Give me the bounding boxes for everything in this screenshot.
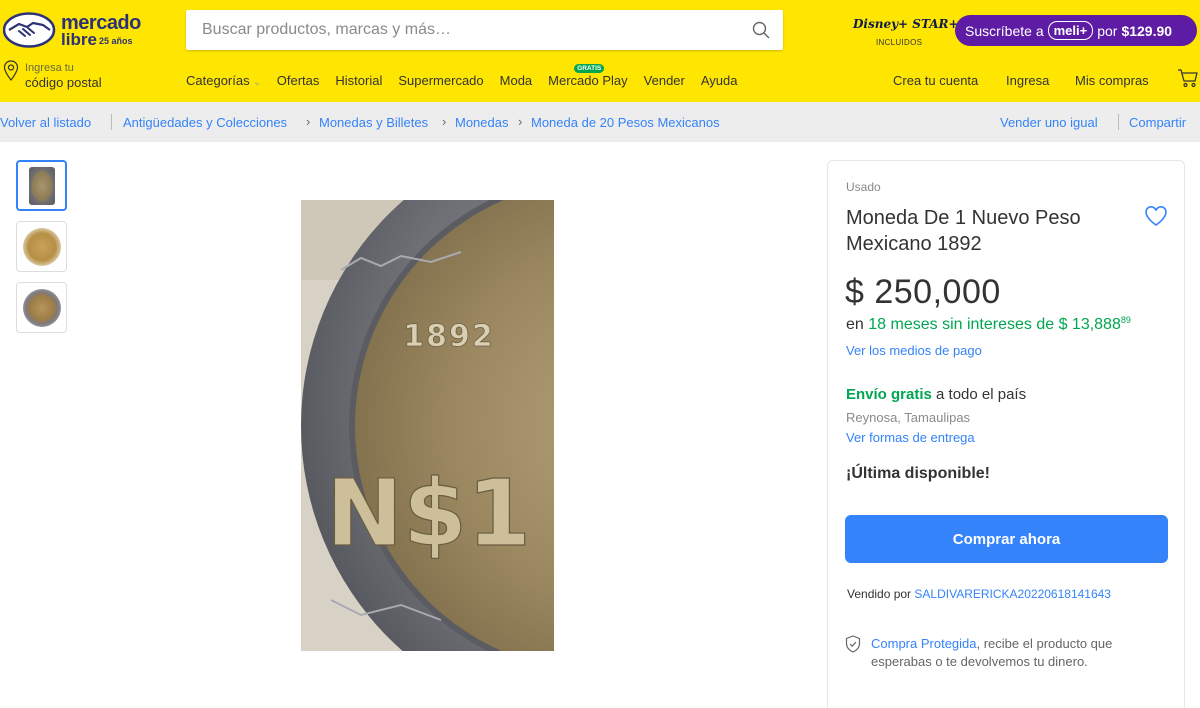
breadcrumb: Volver al listado Antigüedades y Colecci… — [0, 102, 1200, 142]
meli-plus-subscribe-button[interactable]: Suscríbete a meli+ por $129.90 — [955, 15, 1197, 46]
logo-anniversary: 25 años — [99, 36, 133, 46]
search-bar — [186, 10, 783, 50]
nav-ofertas[interactable]: Ofertas — [277, 73, 320, 88]
delivery-options-link[interactable]: Ver formas de entrega — [846, 430, 975, 445]
disney-star-promo[interactable]: Disney+ STAR+ INCLUIDOS — [853, 17, 959, 51]
nav-mercado-play[interactable]: GRATIS Mercado Play — [548, 64, 628, 88]
search-icon — [752, 21, 770, 39]
product-main-image[interactable]: 1892 N$1 — [301, 200, 554, 651]
breadcrumb-item-monedas[interactable]: Monedas — [455, 115, 508, 130]
location-pin-icon — [3, 60, 19, 81]
header: mercado libre 25 años Disney+ STAR+ INCL… — [0, 0, 1200, 102]
nav-moda[interactable]: Moda — [500, 73, 533, 88]
coin-thumbnail-image — [22, 288, 61, 327]
chevron-right-icon: › — [442, 114, 447, 129]
shipping-info: Envío gratis a todo el país — [846, 386, 1026, 403]
favorite-heart-icon[interactable] — [1144, 205, 1168, 227]
nav-mis-compras[interactable]: Mis compras — [1075, 73, 1149, 88]
search-input[interactable] — [202, 10, 722, 50]
sell-same-link[interactable]: Vender uno igual — [1000, 115, 1098, 130]
nav-categorias-label: Categorías — [186, 73, 250, 88]
nav-supermercado[interactable]: Supermercado — [398, 73, 483, 88]
postal-line2: código postal — [25, 75, 102, 90]
installments-prefix: en — [846, 316, 864, 333]
breadcrumb-item-antiguedades[interactable]: Antigüedades y Colecciones — [123, 115, 287, 130]
mercadolibre-logo[interactable]: mercado libre 25 años — [3, 10, 143, 50]
postal-line1: Ingresa tu — [25, 62, 74, 74]
purchase-protection: Compra Protegida, recibe el producto que… — [871, 635, 1171, 671]
gallery-thumbnail[interactable] — [16, 160, 67, 211]
shield-check-icon — [845, 635, 861, 653]
installments-highlight: 18 meses sin intereses de $ 13,888 — [868, 316, 1121, 333]
nav-crea-tu-cuenta[interactable]: Crea tu cuenta — [893, 73, 978, 88]
breadcrumb-divider — [1118, 114, 1119, 130]
postal-code-selector[interactable]: Ingresa tu código postal — [3, 60, 153, 92]
chevron-right-icon: › — [518, 114, 523, 129]
subscribe-prefix: Suscríbete a — [965, 22, 1044, 39]
seller-info: Vendido por SALDIVARERICKA20220618141643 — [847, 587, 1111, 601]
nav-ingresa[interactable]: Ingresa — [1006, 73, 1049, 88]
product-title: Moneda De 1 Nuevo Peso Mexicano 1892 — [846, 207, 1081, 255]
stock-status: ¡Última disponible! — [846, 465, 990, 482]
buy-box: Usado Moneda De 1 Nuevo Peso Mexicano 18… — [827, 160, 1185, 708]
share-link[interactable]: Compartir — [1129, 115, 1186, 130]
seller-name-link[interactable]: SALDIVARERICKA20220618141643 — [914, 587, 1111, 601]
subscribe-price: $129.90 — [1121, 22, 1173, 39]
product-price: $ 250,000 — [845, 273, 1001, 311]
breadcrumb-item-moneda-20-pesos[interactable]: Moneda de 20 Pesos Mexicanos — [531, 115, 720, 130]
installments: en 18 meses sin intereses de $ 13,88889 — [846, 315, 1131, 334]
main-nav: Categorías ⌄ Ofertas Historial Supermerc… — [186, 64, 754, 88]
nav-mercado-play-label: Mercado Play — [548, 73, 628, 88]
buy-now-button[interactable]: Comprar ahora — [845, 515, 1168, 563]
nav-historial[interactable]: Historial — [335, 73, 382, 88]
nav-vender[interactable]: Vender — [644, 73, 685, 88]
payment-methods-link[interactable]: Ver los medios de pago — [846, 343, 982, 358]
nav-ayuda[interactable]: Ayuda — [701, 73, 738, 88]
protected-purchase-link[interactable]: Compra Protegida — [871, 636, 977, 651]
meli-plus-badge: meli+ — [1047, 21, 1094, 40]
chevron-down-icon: ⌄ — [253, 77, 261, 87]
shipping-rest: a todo el país — [931, 386, 1027, 403]
coin-year: 1892 — [403, 319, 495, 354]
installments-cents: 89 — [1120, 315, 1131, 325]
gratis-badge: GRATIS — [574, 64, 605, 73]
free-shipping-label: Envío gratis — [846, 386, 932, 403]
breadcrumb-divider — [111, 114, 112, 130]
seller-prefix: Vendido por — [847, 587, 912, 601]
coin-symbol: N$1 — [326, 460, 531, 567]
handshake-logo-icon — [3, 12, 56, 48]
coin-photo: 1892 N$1 — [301, 200, 554, 651]
coin-thumbnail-image — [28, 166, 55, 205]
condition-label: Usado — [846, 180, 881, 194]
gallery-thumbnail[interactable] — [16, 282, 67, 333]
seller-location: Reynosa, Tamaulipas — [846, 410, 971, 425]
back-to-list-link[interactable]: Volver al listado — [0, 115, 91, 130]
gallery-thumbnail[interactable] — [16, 221, 67, 272]
subscribe-mid: por — [1097, 22, 1118, 39]
coin-thumbnail-image — [22, 227, 61, 266]
disney-included: INCLUIDOS — [876, 38, 923, 47]
chevron-right-icon: › — [306, 114, 311, 129]
disney-brand: Disney+ STAR+ — [853, 17, 959, 31]
nav-categorias[interactable]: Categorías ⌄ — [186, 73, 261, 88]
search-button[interactable] — [739, 10, 783, 50]
cart-icon[interactable] — [1177, 68, 1199, 88]
breadcrumb-item-monedas-billetes[interactable]: Monedas y Billetes — [319, 115, 428, 130]
logo-text-libre: libre — [61, 30, 97, 49]
